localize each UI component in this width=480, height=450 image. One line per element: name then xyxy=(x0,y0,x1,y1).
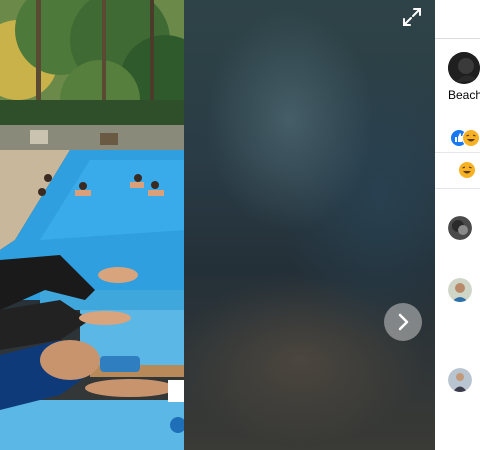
next-photo-button[interactable] xyxy=(384,303,422,341)
commenter-avatar-3[interactable] xyxy=(448,368,472,392)
commenter-avatar-1[interactable] xyxy=(448,216,472,240)
expand-icon[interactable] xyxy=(401,6,423,28)
sidebar-top-divider xyxy=(435,38,480,39)
reactions-summary[interactable] xyxy=(450,129,480,147)
commenter-avatar-2[interactable] xyxy=(448,278,472,302)
comments-divider xyxy=(435,188,480,189)
haha-icon xyxy=(462,129,480,147)
reactions-divider xyxy=(435,152,480,153)
page-avatar[interactable] xyxy=(448,52,480,84)
pool-photo[interactable] xyxy=(0,0,184,450)
chevron-right-icon xyxy=(398,313,409,331)
haha-icon[interactable] xyxy=(459,162,475,178)
page-name-label[interactable]: Beach xyxy=(448,88,480,102)
photo-viewer xyxy=(0,0,435,450)
post-sidebar: Beach xyxy=(435,0,480,450)
